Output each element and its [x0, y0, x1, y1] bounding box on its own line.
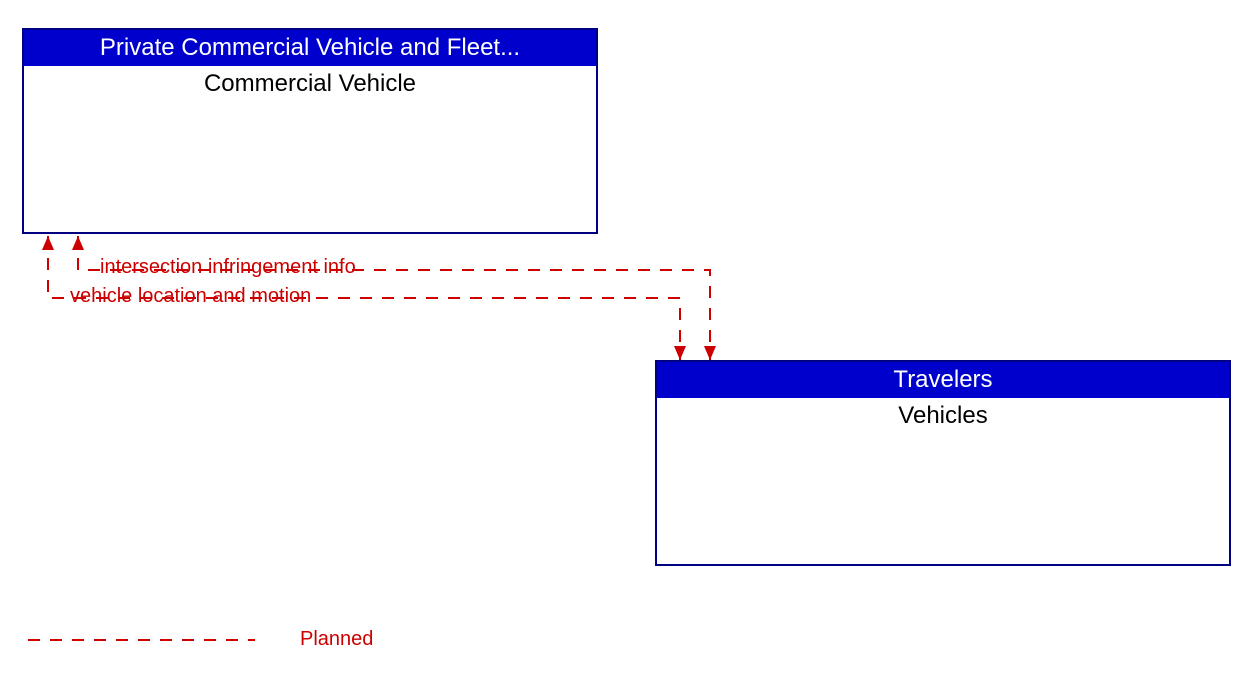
entity-commercial-vehicle-body: Commercial Vehicle: [24, 66, 596, 102]
arrow-vehicle-top: [42, 236, 54, 250]
entity-vehicles: Travelers Vehicles: [655, 360, 1231, 566]
flow-label-intersection: intersection infringement info: [100, 256, 356, 279]
arrow-intersection-bottom: [704, 346, 716, 360]
arrow-intersection-top: [72, 236, 84, 250]
entity-vehicles-body: Vehicles: [657, 398, 1229, 434]
entity-vehicles-header: Travelers: [657, 362, 1229, 398]
entity-commercial-vehicle: Private Commercial Vehicle and Fleet... …: [22, 28, 598, 234]
legend-planned: Planned: [300, 628, 373, 651]
flow-label-vehicle-location: vehicle location and motion: [70, 285, 311, 308]
arrow-vehicle-bottom: [674, 346, 686, 360]
entity-commercial-vehicle-header: Private Commercial Vehicle and Fleet...: [24, 30, 596, 66]
